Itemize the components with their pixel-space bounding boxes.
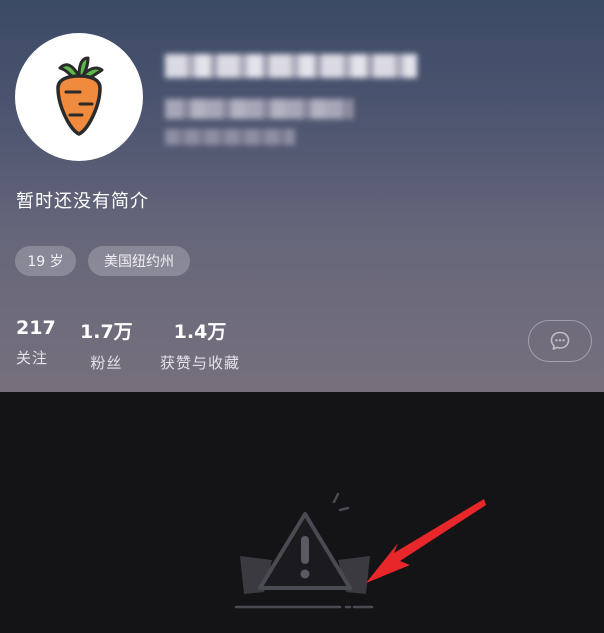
stat-likes[interactable]: 1.4万 获赞与收藏 (160, 317, 240, 373)
stat-likes-label: 获赞与收藏 (160, 354, 241, 372)
stat-following[interactable]: 217 关注 (16, 317, 56, 368)
carrot-icon (56, 56, 104, 136)
error-illustration (230, 490, 380, 619)
chat-bubble-icon (550, 331, 570, 350)
stat-fans-value: 1.7万 (80, 321, 133, 343)
stat-following-value: 217 (16, 317, 56, 339)
stat-fans-label: 粉丝 (90, 354, 123, 372)
red-arrow-icon (360, 495, 490, 594)
tag-location: 美国纽约州 (88, 246, 190, 276)
blurred-ip-location (165, 129, 295, 145)
bio-text: 暂时还没有简介 (16, 191, 149, 212)
message-button[interactable] (528, 320, 592, 362)
avatar[interactable] (15, 33, 143, 161)
blurred-user-id (165, 99, 353, 119)
stat-fans[interactable]: 1.7万 粉丝 (80, 317, 133, 373)
profile-header: 暂时还没有简介 19 岁 美国纽约州 217 关注 1.7万 粉丝 1.4万 获… (0, 0, 604, 392)
stat-likes-value: 1.4万 (173, 321, 227, 343)
stat-following-label: 关注 (16, 349, 49, 367)
warning-triangle-icon (234, 492, 374, 609)
tag-age: 19 岁 (15, 246, 76, 276)
blurred-username (165, 54, 417, 78)
